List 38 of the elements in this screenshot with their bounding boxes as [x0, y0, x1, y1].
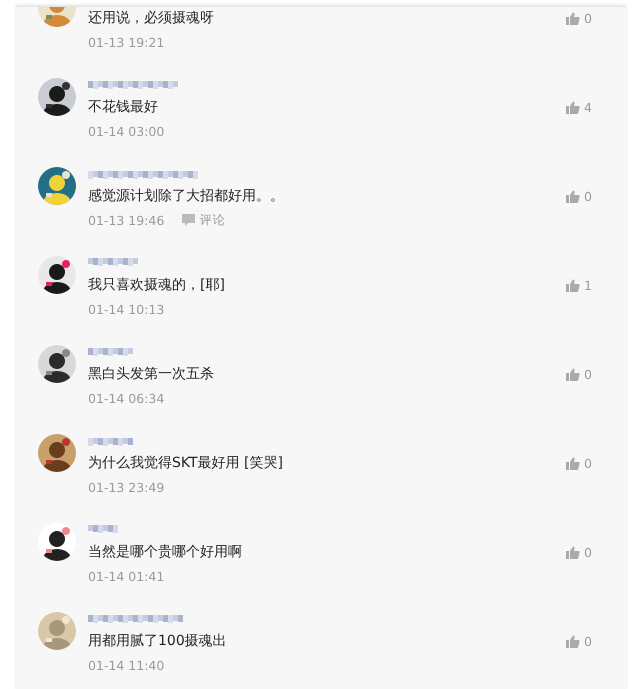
comment-time: 01-14 06:34 — [88, 390, 164, 406]
comment-time: 01-13 23:49 — [88, 480, 164, 494]
like-button[interactable]: 0 — [566, 631, 626, 651]
blurred-name-drawing — [88, 347, 133, 357]
comment-text: 为什么我觉得SKT最好用 [笑哭] — [88, 454, 284, 473]
blurred-name-drawing — [88, 436, 133, 446]
comment-time: 01-13 19:21 — [88, 34, 164, 50]
comment-text: 我只喜欢摄魂的，[耶] — [88, 276, 226, 295]
comment-text: 用都用腻了100摄魂出 — [88, 632, 228, 651]
like-button[interactable]: 0 — [566, 364, 626, 384]
comment-time: 01-14 10:13 — [88, 302, 164, 316]
like-button[interactable]: 0 — [566, 186, 626, 206]
comment-text: 不花钱最好 — [88, 98, 159, 117]
blurred-name-drawing — [88, 258, 138, 268]
thumbs-up-icon — [566, 634, 580, 648]
thumbs-up-icon — [566, 100, 580, 114]
comment-time: 01-14 11:40 — [88, 658, 164, 672]
reply-link[interactable]: 评论 — [182, 212, 226, 228]
comment-time: 01-14 01:41 — [88, 568, 164, 584]
like-button[interactable]: 0 — [566, 8, 626, 28]
thumbs-up-icon — [566, 190, 580, 202]
thumbs-up-icon — [566, 546, 580, 558]
comment-text: 黑白头发第一次五杀 — [88, 365, 215, 384]
thumbs-up-icon — [566, 368, 580, 380]
thumbs-up-icon — [566, 278, 580, 292]
thumbs-up-icon — [566, 12, 580, 24]
like-button[interactable]: 4 — [566, 97, 626, 117]
like-button[interactable]: 1 — [566, 275, 626, 295]
comment-text: 还用说，必须摄魂呀 — [88, 9, 215, 28]
like-button[interactable]: 0 — [566, 453, 626, 473]
comment-time: 01-14 03:00 — [88, 124, 164, 138]
comment-text: 感觉源计划除了大招都好用。。 — [88, 187, 285, 206]
comment-time: 01-13 19:46 — [88, 212, 164, 228]
blurred-name-drawing — [88, 525, 118, 535]
thumbs-up-icon — [566, 456, 580, 470]
comment-text: 当然是哪个贵哪个好用啊 — [88, 543, 243, 562]
like-button[interactable]: 0 — [566, 542, 626, 562]
comment-icon — [182, 214, 196, 226]
